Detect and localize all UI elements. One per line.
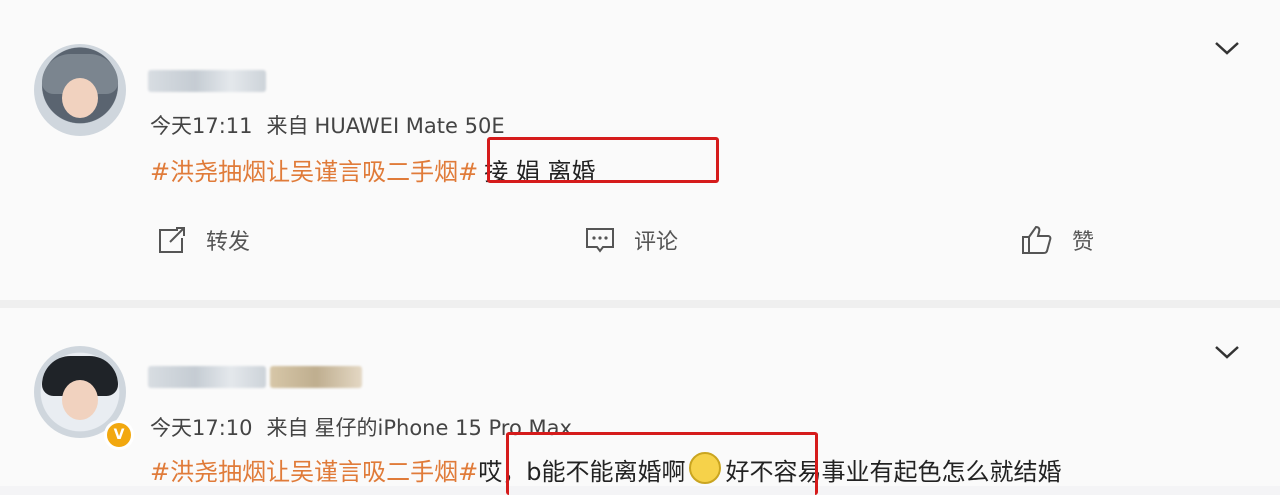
repost-label: 转发 <box>206 230 251 255</box>
avatar-face <box>62 78 98 118</box>
like-button[interactable]: 赞 <box>1020 222 1094 258</box>
repost-button[interactable]: 转发 <box>156 222 250 258</box>
verified-badge: V <box>104 420 134 450</box>
device-name: HUAWEI Mate 50E <box>314 114 505 138</box>
comment-icon <box>586 228 614 253</box>
post-time: 今天17:11 <box>150 114 253 138</box>
post-divider <box>0 300 1280 308</box>
chevron-down-icon[interactable] <box>1214 344 1240 360</box>
post-card-2: V 今天17:10 来自 星仔的iPhone 15 Pro Max #洪尧抽烟让吴谨… <box>0 308 1280 495</box>
hashtag-link[interactable]: #洪尧抽烟让吴谨言吸二手烟# <box>150 158 478 186</box>
post-time: 今天17:10 <box>150 416 253 440</box>
repost-icon <box>159 227 185 253</box>
post-meta: 今天17:11 来自 HUAWEI Mate 50E <box>150 110 519 140</box>
like-icon <box>1022 225 1052 254</box>
hashtag-link[interactable]: #洪尧抽烟让吴谨言吸二手烟# <box>150 458 478 486</box>
avatar-face <box>62 380 98 420</box>
source-prefix: 来自 <box>266 416 309 440</box>
chevron-down-icon[interactable] <box>1214 40 1240 56</box>
comment-label: 评论 <box>634 230 679 255</box>
post-card-1: 今天17:11 来自 HUAWEI Mate 50E #洪尧抽烟让吴谨言吸二手烟# 接… <box>0 0 1280 300</box>
username-blurred[interactable] <box>148 70 266 92</box>
comment-button[interactable]: 评论 <box>584 222 678 258</box>
username-blurred[interactable] <box>148 366 266 388</box>
source-prefix: 来自 <box>266 114 309 138</box>
highlight-box <box>487 137 719 183</box>
like-label: 赞 <box>1072 230 1095 255</box>
username-badge-blurred <box>270 366 362 388</box>
avatar[interactable] <box>34 44 126 136</box>
